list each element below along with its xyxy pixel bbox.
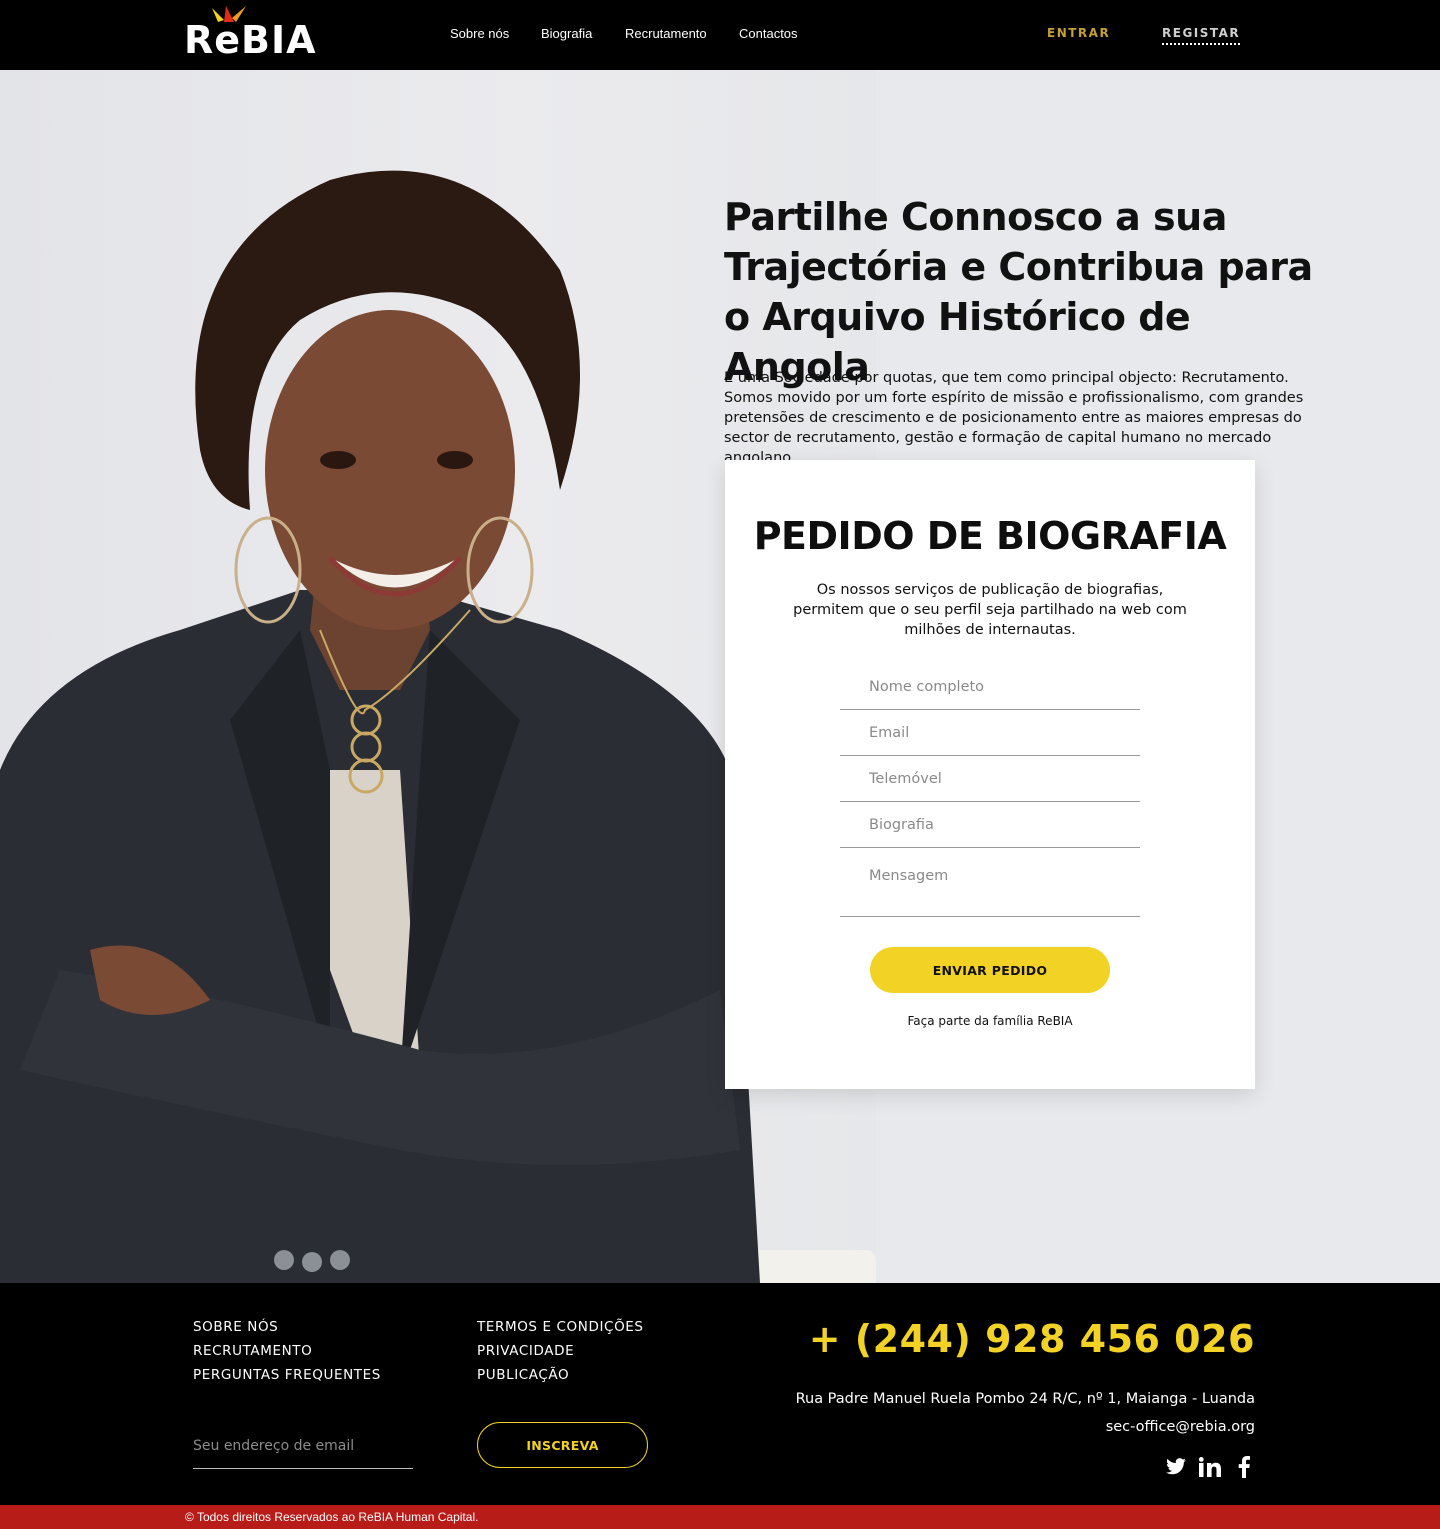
site-footer: SOBRE NÓS RECRUTAMENTO PERGUNTAS FREQUEN… [0,1283,1440,1505]
form-title: PEDIDO DE BIOGRAFIA [753,514,1227,558]
newsletter-email-input[interactable] [193,1423,413,1469]
submit-request-button[interactable]: ENVIAR PEDIDO [870,947,1110,993]
form-footer-text: Faça parte da família ReBIA [907,1014,1073,1028]
register-button[interactable]: REGISTAR [1162,26,1241,45]
nav-sobre-nos[interactable]: Sobre nós [450,26,509,41]
logo-text: ReBIA [184,18,317,62]
nav-recrutamento[interactable]: Recrutamento [625,26,707,41]
copyright-text: © Todos direitos Reservados ao ReBIA Hum… [185,1510,479,1524]
hero-description: É uma Sociedade por quotas, que tem como… [724,370,1304,466]
contact-phone: + (244) 928 456 026 [808,1317,1255,1361]
form-description: Os nossos serviços de publicação de biog… [793,582,1187,638]
site-header: ReBIA Sobre nós Biografia Recrutamento C… [0,0,1440,70]
login-button[interactable]: ENTRAR [1047,26,1110,40]
footer-link-sobre-nos[interactable]: SOBRE NÓS [193,1319,278,1335]
biography-input[interactable] [840,802,1140,848]
footer-link-recrutamento[interactable]: RECRUTAMENTO [193,1343,312,1359]
linkedin-icon[interactable] [1199,1455,1221,1479]
message-textarea[interactable] [840,856,1140,917]
biography-request-form: PEDIDO DE BIOGRAFIA Os nossos serviços d… [725,460,1255,1089]
facebook-icon[interactable] [1233,1455,1255,1479]
phone-input[interactable] [840,756,1140,802]
social-links [1165,1455,1255,1479]
full-name-input[interactable] [840,664,1140,710]
twitter-icon[interactable] [1165,1455,1187,1479]
footer-link-privacidade[interactable]: PRIVACIDADE [477,1343,574,1359]
nav-biografia[interactable]: Biografia [541,26,592,41]
hero-title: Partilhe Connosco a sua Trajectória e Co… [724,195,1313,389]
nav-contactos[interactable]: Contactos [739,26,798,41]
contact-email[interactable]: sec-office@rebia.org [1106,1419,1255,1435]
subscribe-button[interactable]: INSCREVA [477,1422,648,1468]
email-input[interactable] [840,710,1140,756]
footer-link-termos[interactable]: TERMOS E CONDIÇÕES [477,1319,644,1335]
contact-address: Rua Padre Manuel Ruela Pombo 24 R/C, nº … [795,1391,1255,1407]
rebia-logo[interactable]: ReBIA [184,6,334,62]
footer-link-faq[interactable]: PERGUNTAS FREQUENTES [193,1367,381,1383]
footer-link-publicacao[interactable]: PUBLICAÇÃO [477,1367,569,1383]
copyright-bar: © Todos direitos Reservados ao ReBIA Hum… [0,1505,1440,1529]
